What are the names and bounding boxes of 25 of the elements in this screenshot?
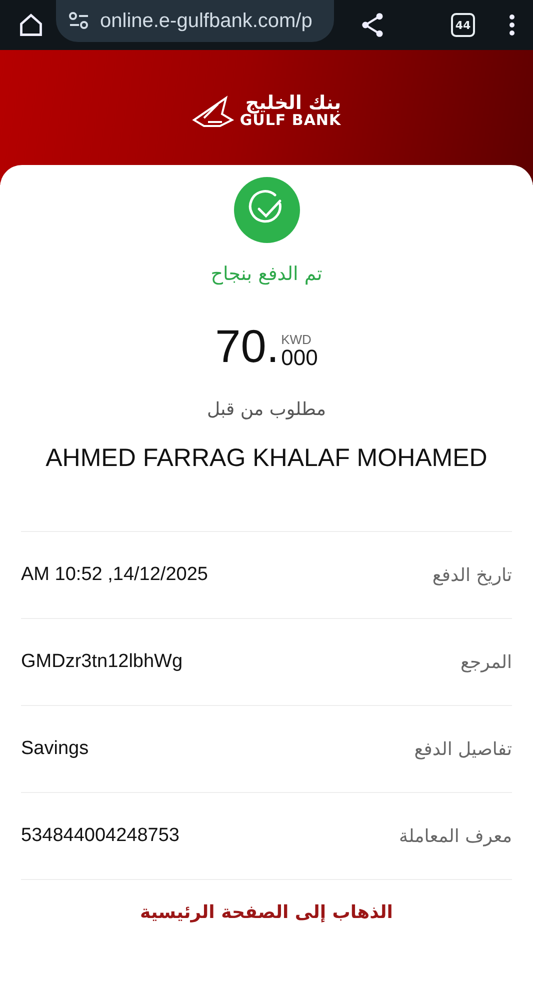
home-page-link[interactable]: الذهاب إلى الصفحة الرئيسية: [140, 902, 393, 923]
address-bar[interactable]: online.e-gulfbank.com/p: [56, 0, 334, 42]
menu-icon[interactable]: [509, 14, 515, 36]
detail-value: AM 10:52 ,14/12/2025: [21, 564, 208, 586]
requested-by-label: مطلوب من قبل: [206, 399, 326, 420]
detail-label: معرف المعاملة: [399, 826, 512, 846]
amount-integer: 70.: [215, 323, 280, 369]
detail-label: تفاصيل الدفع: [414, 738, 512, 760]
site-settings-icon[interactable]: [68, 11, 90, 31]
logo-arabic-text: بنك الخليج: [245, 94, 342, 113]
detail-label: المرجع: [460, 652, 512, 672]
success-check-icon: [234, 177, 300, 243]
home-icon[interactable]: [18, 12, 44, 38]
payer-name: AHMED FARRAG KHALAF MOHAMED: [46, 444, 488, 473]
detail-value: 534844004248753: [21, 825, 180, 847]
detail-value: GMDzr3tn12lbhWg: [21, 651, 183, 673]
url-text: online.e-gulfbank.com/p: [100, 10, 312, 32]
amount-decimals: 000: [281, 347, 318, 369]
tab-count[interactable]: 44: [451, 13, 475, 37]
currency-label: KWD: [281, 332, 312, 347]
success-message: تم الدفع بنجاح: [210, 263, 322, 285]
logo-english-text: GULF BANK: [240, 113, 342, 128]
detail-label: تاريخ الدفع: [432, 564, 512, 586]
detail-value: Savings: [21, 738, 89, 760]
ship-logo-icon: [192, 94, 234, 128]
